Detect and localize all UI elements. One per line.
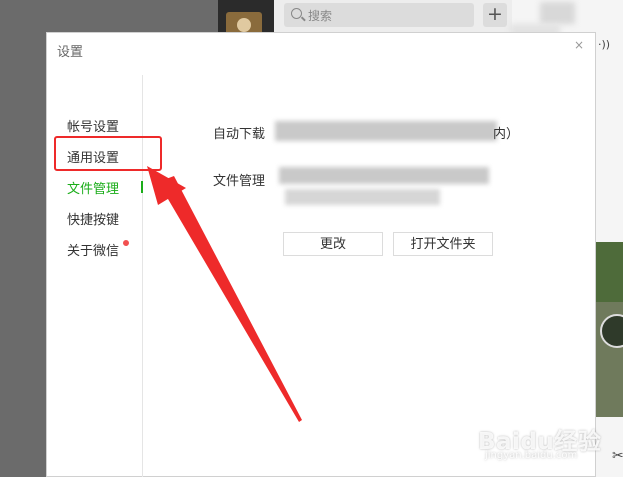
annotation-arrow: [147, 166, 302, 422]
watermark-url: jingyan.baidu.com: [485, 450, 578, 461]
